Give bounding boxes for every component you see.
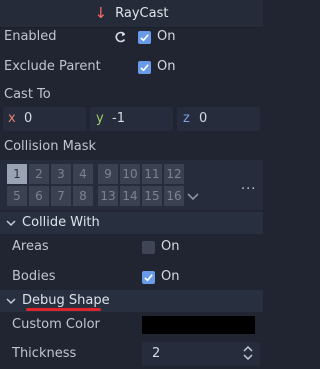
mask-bit[interactable]: 12 [164,164,184,184]
cast-to-y-value: -1 [112,111,125,126]
section-collide-with[interactable]: Collide With [0,212,263,234]
node-header: ↓ RayCast [0,0,263,28]
down-arrow-icon: ↓ [94,4,108,22]
exclude-parent-label: Exclude Parent [4,59,101,74]
mask-bit[interactable]: 7 [51,186,71,206]
axis-y-label: y [96,111,104,126]
inspector-panel: ↓ RayCast Enabled On Exclude Parent On C… [0,0,263,369]
bodies-checkbox[interactable] [142,271,155,284]
checkmark-icon [140,64,149,72]
cast-to-x-value: 0 [24,111,33,126]
axis-z-label: z [183,111,190,126]
mask-bit[interactable]: 14 [120,186,140,206]
axis-x-label: x [8,111,16,126]
custom-color-label: Custom Color [12,317,100,332]
mask-bit[interactable]: 4 [73,164,93,184]
chevron-down-icon[interactable] [186,191,200,203]
mask-bit[interactable]: 13 [98,186,118,206]
cast-to-z-value: 0 [199,111,208,126]
mask-bit[interactable]: 5 [7,186,27,206]
exclude-parent-checkbox[interactable] [138,61,151,74]
mask-bit[interactable]: 16 [164,186,184,206]
section-title: Debug Shape [22,293,110,308]
mask-bit[interactable]: 3 [51,164,71,184]
enabled-label: Enabled [4,29,57,44]
bodies-value: On [161,269,180,284]
areas-label: Areas [12,239,49,254]
cast-to-label: Cast To [4,87,51,102]
mask-bit[interactable]: 8 [73,186,93,206]
spinner-arrows-icon[interactable] [242,345,254,361]
color-picker-swatch[interactable] [142,316,255,334]
collision-mask-label: Collision Mask [4,139,97,154]
enabled-checkbox[interactable] [138,31,151,44]
exclude-parent-value: On [157,59,176,74]
enabled-value: On [157,29,176,44]
revert-icon[interactable] [114,30,128,44]
mask-bit[interactable]: 1 [7,164,27,184]
checkmark-icon [144,274,153,282]
mask-bit[interactable]: 6 [29,186,49,206]
areas-value: On [161,239,180,254]
chevron-down-icon [6,298,16,305]
mask-bit[interactable]: 9 [98,164,118,184]
bodies-label: Bodies [12,269,56,284]
thickness-value: 2 [152,346,161,361]
mask-bit[interactable]: 2 [29,164,49,184]
mask-bit[interactable]: 15 [142,186,162,206]
checkmark-icon [140,34,149,42]
annotation-underline [26,308,101,311]
mask-bit[interactable]: 10 [120,164,140,184]
chevron-down-icon [6,220,16,227]
more-layers-button[interactable]: ... [241,178,256,193]
thickness-label: Thickness [12,346,77,361]
mask-bit[interactable]: 11 [142,164,162,184]
areas-checkbox[interactable] [142,241,155,254]
property-exclude-parent: Exclude Parent [0,57,263,79]
node-title: RayCast [115,6,169,21]
section-title: Collide With [22,215,100,230]
property-enabled: Enabled [0,27,263,49]
